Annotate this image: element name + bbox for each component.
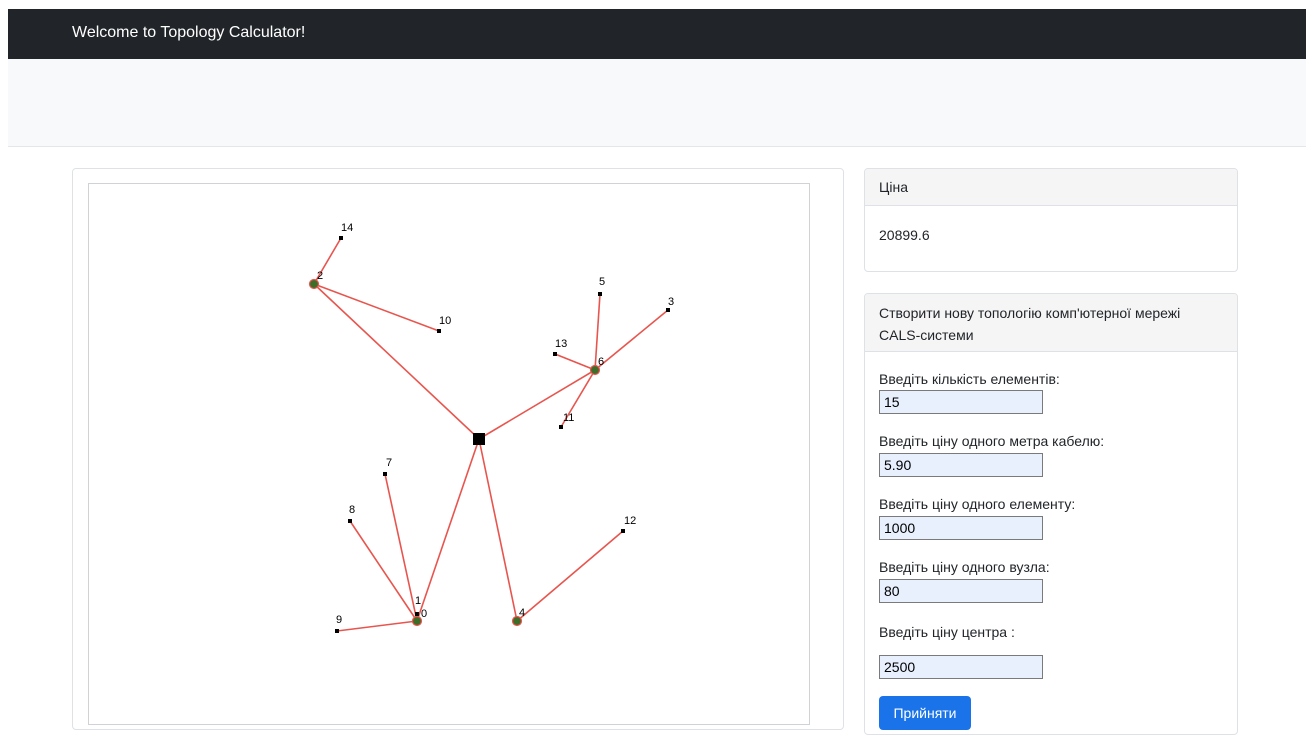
node-9 (335, 629, 339, 633)
link-2-10 (313, 283, 440, 332)
node-label-7: 7 (386, 457, 392, 469)
price-header: Ціна (865, 169, 1237, 206)
topology-canvas: 0 1 2 3 4 5 6 7 8 9 10 11 12 13 14 (88, 183, 810, 725)
node-label-12: 12 (624, 515, 636, 527)
node-label-13: 13 (555, 338, 567, 350)
header-band (8, 59, 1306, 147)
form-header: Створити нову топологію комп'ютерної мер… (865, 294, 1237, 352)
node-label-1: 1 (415, 595, 421, 607)
node-11 (559, 425, 563, 429)
link-center-6 (478, 369, 596, 440)
cable-price-label: Введіть ціну одного метра кабелю: (879, 433, 1105, 449)
node-label-5: 5 (599, 276, 605, 288)
link-center-0 (416, 438, 480, 622)
elements-count-label: Введіть кількість елементів: (879, 371, 1060, 387)
price-value: 20899.6 (879, 227, 930, 243)
node-center (473, 433, 485, 445)
node-14 (339, 236, 343, 240)
topology-form-card: Створити нову топологію комп'ютерної мер… (864, 293, 1238, 735)
price-card: Ціна 20899.6 (864, 168, 1238, 272)
link-6-3 (594, 309, 669, 371)
node-label-4: 4 (519, 607, 525, 619)
link-0-9 (336, 620, 418, 632)
top-navbar: Welcome to Topology Calculator! (8, 9, 1306, 59)
node-label-2: 2 (317, 270, 323, 282)
center-price-input[interactable] (879, 655, 1043, 679)
node-label-0: 0 (421, 608, 427, 620)
center-price-label: Введіть ціну центра : (879, 624, 1015, 640)
link-center-2 (313, 283, 480, 440)
submit-button[interactable]: Прийняти (879, 696, 971, 730)
node-label-3: 3 (668, 296, 674, 308)
node-label-6: 6 (598, 356, 604, 368)
topology-graph: 01234567891011121314 (308, 222, 674, 633)
node-3 (666, 308, 670, 312)
node-13 (553, 352, 557, 356)
link-0-7 (384, 473, 418, 622)
node-1 (415, 612, 419, 616)
link-4-12 (516, 530, 624, 622)
element-price-label: Введіть ціну одного елементу: (879, 496, 1076, 512)
cable-price-input[interactable] (879, 453, 1043, 477)
node-5 (598, 292, 602, 296)
node-7 (383, 472, 387, 476)
link-center-4 (478, 438, 518, 622)
element-price-input[interactable] (879, 516, 1043, 540)
elements-count-input[interactable] (879, 390, 1043, 414)
node-label-8: 8 (349, 504, 355, 516)
node-price-input[interactable] (879, 579, 1043, 603)
link-6-13 (554, 353, 596, 371)
node-label-14: 14 (341, 222, 353, 234)
node-label-9: 9 (336, 614, 342, 626)
node-label-11: 11 (563, 412, 574, 424)
node-12 (621, 529, 625, 533)
app-title[interactable]: Welcome to Topology Calculator! (72, 24, 305, 42)
link-0-8 (349, 520, 418, 622)
node-price-label: Введіть ціну одного вузла: (879, 559, 1050, 575)
node-8 (348, 519, 352, 523)
node-10 (437, 329, 441, 333)
node-label-10: 10 (439, 315, 451, 327)
